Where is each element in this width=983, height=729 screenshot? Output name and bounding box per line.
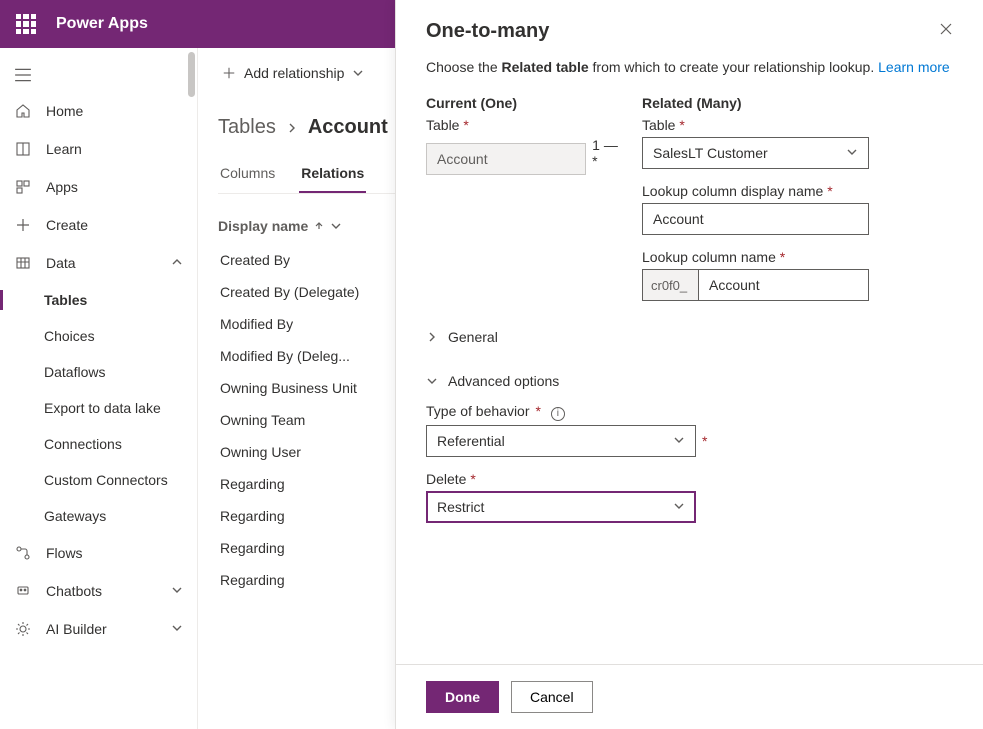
nav-gateways[interactable]: Gateways <box>0 498 197 534</box>
done-button[interactable]: Done <box>426 681 499 713</box>
panel-footer: Done Cancel <box>396 664 983 729</box>
nav-label: Home <box>46 103 83 119</box>
scrollbar-thumb[interactable] <box>188 52 195 97</box>
panel-description: Choose the Related table from which to c… <box>426 59 953 75</box>
nav-label: Dataflows <box>44 364 105 380</box>
plus-icon <box>14 216 32 234</box>
nav-label: Choices <box>44 328 95 344</box>
general-section-toggle[interactable]: General <box>426 329 953 345</box>
left-nav: Home Learn Apps Create Data Tables Choic… <box>0 48 198 729</box>
chatbot-icon <box>14 582 32 600</box>
lookup-name-input[interactable]: Account <box>698 269 869 301</box>
close-button[interactable] <box>939 22 953 41</box>
plus-icon <box>222 66 236 80</box>
flyout-panel: One-to-many Choose the Related table fro… <box>395 0 983 729</box>
waffle-icon[interactable] <box>16 14 36 34</box>
chevron-right-icon <box>286 122 298 134</box>
chevron-right-icon <box>426 331 438 343</box>
home-icon <box>14 102 32 120</box>
lookup-display-input[interactable]: Account <box>642 203 869 235</box>
nav-label: Learn <box>46 141 82 157</box>
nav-label: Apps <box>46 179 78 195</box>
nav-collapse-button[interactable] <box>0 58 197 92</box>
nav-chatbots[interactable]: Chatbots <box>0 572 197 610</box>
apps-icon <box>14 178 32 196</box>
nav-home[interactable]: Home <box>0 92 197 130</box>
nav-label: Tables <box>44 292 87 308</box>
chevron-down-icon <box>171 621 183 637</box>
advanced-section-toggle[interactable]: Advanced options <box>426 373 953 389</box>
close-icon <box>939 22 953 36</box>
related-many-heading: Related (Many) <box>642 95 953 111</box>
chevron-up-icon <box>171 255 183 271</box>
ai-icon <box>14 620 32 638</box>
lookup-display-label: Lookup column display name <box>642 183 953 199</box>
add-label: Add relationship <box>244 65 344 81</box>
nav-dataflows[interactable]: Dataflows <box>0 354 197 390</box>
chevron-down-icon <box>352 67 364 79</box>
related-table-label: Table <box>642 117 953 133</box>
nav-choices[interactable]: Choices <box>0 318 197 354</box>
chevron-down-icon <box>426 375 438 387</box>
info-icon[interactable]: i <box>551 407 565 421</box>
nav-label: Gateways <box>44 508 106 524</box>
delete-label: Delete <box>426 471 953 487</box>
col-head-label: Display name <box>218 218 308 234</box>
nav-label: Custom Connectors <box>44 472 168 488</box>
nav-flows[interactable]: Flows <box>0 534 197 572</box>
learn-more-link[interactable]: Learn more <box>878 59 950 75</box>
behavior-label: Type of behavior* i <box>426 403 953 421</box>
book-icon <box>14 140 32 158</box>
current-table-label: Table <box>426 117 626 133</box>
nav-tables[interactable]: Tables <box>0 282 197 318</box>
nav-create[interactable]: Create <box>0 206 197 244</box>
related-table-select[interactable]: SalesLT Customer <box>642 137 869 169</box>
nav-connections[interactable]: Connections <box>0 426 197 462</box>
lookup-name-prefix: cr0f0_ <box>642 269 698 301</box>
crumb-root[interactable]: Tables <box>218 116 276 139</box>
lookup-name-label: Lookup column name <box>642 249 953 265</box>
crumb-current: Account <box>308 116 388 139</box>
cardinality-label: 1 — * <box>592 137 626 175</box>
hamburger-icon <box>14 66 32 84</box>
nav-label: Chatbots <box>46 583 102 599</box>
nav-export-lake[interactable]: Export to data lake <box>0 390 197 426</box>
delete-select[interactable]: Restrict <box>426 491 696 523</box>
panel-title: One-to-many <box>426 20 549 43</box>
nav-label: Export to data lake <box>44 400 161 416</box>
chevron-down-icon <box>846 145 858 161</box>
cancel-button[interactable]: Cancel <box>511 681 593 713</box>
tab-relations[interactable]: Relations <box>299 157 366 193</box>
nav-label: Connections <box>44 436 122 452</box>
current-one-heading: Current (One) <box>426 95 626 111</box>
chevron-down-icon <box>673 433 685 449</box>
behavior-select[interactable]: Referential <box>426 425 696 457</box>
sort-up-icon <box>314 221 324 231</box>
app-title: Power Apps <box>56 15 148 33</box>
chevron-down-icon <box>171 583 183 599</box>
current-table-field: Account <box>426 143 586 175</box>
nav-data[interactable]: Data <box>0 244 197 282</box>
nav-label: Create <box>46 217 88 233</box>
table-icon <box>14 254 32 272</box>
nav-label: Flows <box>46 545 83 561</box>
nav-ai-builder[interactable]: AI Builder <box>0 610 197 648</box>
flow-icon <box>14 544 32 562</box>
nav-custom-connectors[interactable]: Custom Connectors <box>0 462 197 498</box>
add-relationship-button[interactable]: Add relationship <box>218 59 368 87</box>
nav-label: AI Builder <box>46 621 107 637</box>
chevron-down-icon <box>330 220 342 232</box>
nav-learn[interactable]: Learn <box>0 130 197 168</box>
nav-apps[interactable]: Apps <box>0 168 197 206</box>
tab-columns[interactable]: Columns <box>218 157 277 193</box>
nav-label: Data <box>46 255 76 271</box>
chevron-down-icon <box>673 499 685 515</box>
